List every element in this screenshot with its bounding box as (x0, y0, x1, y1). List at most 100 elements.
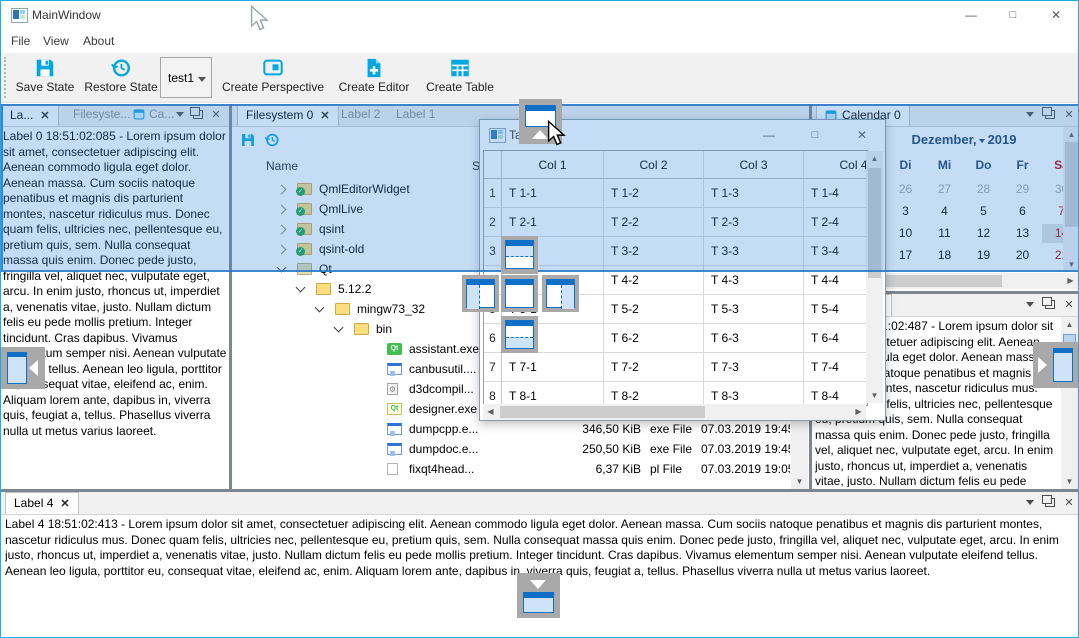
table-cell[interactable]: T 7-2 (604, 353, 704, 382)
tree-item-name: 5.12.2 (338, 282, 371, 296)
tree-item-name: designer.exe (409, 402, 477, 416)
scroll-right-icon[interactable]: ▶ (1063, 273, 1078, 288)
close-button[interactable]: ✕ (1039, 1, 1073, 29)
dock-indicator-area-top[interactable] (501, 236, 538, 274)
scroll-down-icon[interactable]: ▼ (867, 388, 882, 403)
menu-about[interactable]: About (75, 29, 122, 53)
tree-item-name: canbusutil.... (409, 362, 476, 376)
file-size: 250,50 KiB (501, 442, 641, 456)
table-cell[interactable]: T 8-2 (604, 382, 704, 406)
dock-indicator-right-edge[interactable] (1033, 342, 1079, 388)
app-icon (387, 423, 402, 435)
menu-bar: File View About (1, 29, 1078, 53)
dock-indicator-area-bottom[interactable] (501, 316, 538, 353)
table-cell[interactable]: T 5-4 (804, 295, 868, 324)
toolbar: Save State Restore State test1 Create Pe… (1, 53, 1078, 103)
dock-indicator-left-edge[interactable] (0, 347, 45, 389)
tree-item[interactable]: fixqt4head...6,37 KiBpl File07.03.2019 1… (233, 459, 790, 479)
collapse-icon[interactable] (334, 323, 344, 333)
scroll-right-icon[interactable]: ▶ (851, 404, 866, 419)
tree-item-name: d3dcompil... (409, 382, 474, 396)
mouse-cursor-ghost (250, 5, 270, 33)
menu-view[interactable]: View (35, 29, 77, 53)
label4-text: Label 4 18:51:02:413 - Lorem ipsum dolor… (5, 517, 1076, 581)
panel-menu-button[interactable] (1023, 298, 1037, 312)
tab-close-icon[interactable]: ✕ (60, 498, 69, 510)
table-row-number[interactable]: 6 (484, 324, 502, 353)
tree-item-name: assistant.exe (409, 342, 479, 356)
table-cell[interactable]: T 5-2 (604, 295, 704, 324)
table-cell[interactable]: T 5-3 (704, 295, 804, 324)
title-bar[interactable]: MainWindow — □ ✕ (1, 1, 1078, 29)
file-modified: 07.03.2019 19:45 (701, 422, 790, 436)
scroll-down-icon[interactable]: ▼ (1062, 474, 1077, 489)
table-cell[interactable]: T 6-2 (604, 324, 704, 353)
table-cell[interactable]: T 7-4 (804, 353, 868, 382)
arrow-left-icon (29, 360, 38, 376)
panel-close-button[interactable]: ✕ (1062, 496, 1076, 510)
create-perspective-button[interactable]: Create Perspective (218, 55, 328, 99)
panel-float-button[interactable] (1043, 298, 1057, 312)
table-hscrollbar[interactable]: ◀ ▶ (483, 404, 866, 420)
collapse-icon[interactable] (296, 283, 306, 293)
app-icon (387, 443, 402, 455)
table-row[interactable]: 6T 6-1T 6-2T 6-3T 6-4 (484, 324, 868, 353)
table-cell[interactable]: T 6-3 (704, 324, 804, 353)
table-cell[interactable]: T 7-1 (502, 353, 604, 382)
scroll-up-icon[interactable]: ▲ (1062, 317, 1077, 332)
menu-file[interactable]: File (3, 29, 38, 53)
table-cell[interactable]: T 7-3 (704, 353, 804, 382)
table-cell[interactable]: T 8-4 (804, 382, 868, 406)
mouse-cursor (547, 120, 567, 148)
dock-indicator-area-left[interactable] (462, 275, 499, 312)
table-row[interactable]: 7T 7-1T 7-2T 7-3T 7-4 (484, 353, 868, 382)
file-size: 346,50 KiB (501, 422, 641, 436)
app-icon (11, 8, 28, 23)
dock-indicator-area-right[interactable] (542, 275, 579, 312)
perspective-combobox-value: test1 (168, 71, 194, 85)
tree-item[interactable]: dumpdoc.e...250,50 KiBexe File07.03.2019… (233, 439, 790, 459)
dock-indicator-area-center[interactable] (501, 275, 538, 312)
new-document-icon (363, 57, 385, 79)
table-row-number[interactable]: 8 (484, 382, 502, 406)
scroll-down-icon[interactable]: ▼ (792, 474, 807, 489)
panel-float-button[interactable] (1043, 496, 1057, 510)
table-cell[interactable]: T 8-1 (502, 382, 604, 406)
perspective-combobox[interactable]: test1 (160, 57, 212, 98)
file-type: pl File (650, 462, 682, 476)
save-state-button[interactable]: Save State (13, 55, 77, 99)
file-modified: 07.03.2019 19:45 (701, 442, 790, 456)
float-icon (1045, 498, 1055, 507)
dock-indicator-bottom-edge[interactable] (517, 573, 560, 618)
tab-label4[interactable]: Label 4✕ (5, 492, 79, 514)
app-icon (387, 363, 402, 375)
panel-menu-button[interactable] (1023, 496, 1037, 510)
folder-icon (335, 303, 350, 315)
restore-history-icon (110, 57, 132, 79)
tree-item-name: dumpdoc.e... (409, 442, 478, 456)
restore-state-button[interactable]: Restore State (83, 55, 159, 99)
tree-item[interactable]: dumpcpp.e...346,50 KiBexe File07.03.2019… (233, 419, 790, 439)
create-editor-button[interactable]: Create Editor (334, 55, 414, 99)
panel-close-button[interactable]: ✕ (1062, 298, 1076, 312)
table-cell[interactable]: T 8-3 (704, 382, 804, 406)
toolbar-handle[interactable] (4, 57, 9, 98)
scroll-left-icon[interactable]: ◀ (483, 404, 498, 419)
qt-green-icon: Qt (387, 343, 402, 355)
table-cell[interactable]: T 6-4 (804, 324, 868, 353)
grid-table-icon (449, 57, 471, 79)
qt-designer-icon: Qt (387, 403, 402, 415)
window-title: MainWindow (32, 8, 101, 22)
arrow-down-icon (530, 580, 546, 589)
minimize-button[interactable]: — (954, 1, 988, 29)
table-row-number[interactable]: 7 (484, 353, 502, 382)
create-table-button[interactable]: Create Table (421, 55, 499, 99)
file-modified: 07.03.2019 19:05 (701, 462, 790, 476)
arrow-right-icon (1038, 357, 1047, 373)
chevron-down-icon (1026, 500, 1034, 505)
tree-item-name: bin (376, 322, 392, 336)
file-icon (387, 463, 398, 475)
collapse-icon[interactable] (315, 303, 325, 313)
maximize-button[interactable]: □ (996, 1, 1030, 29)
table-row[interactable]: 8T 8-1T 8-2T 8-3T 8-4 (484, 382, 868, 406)
